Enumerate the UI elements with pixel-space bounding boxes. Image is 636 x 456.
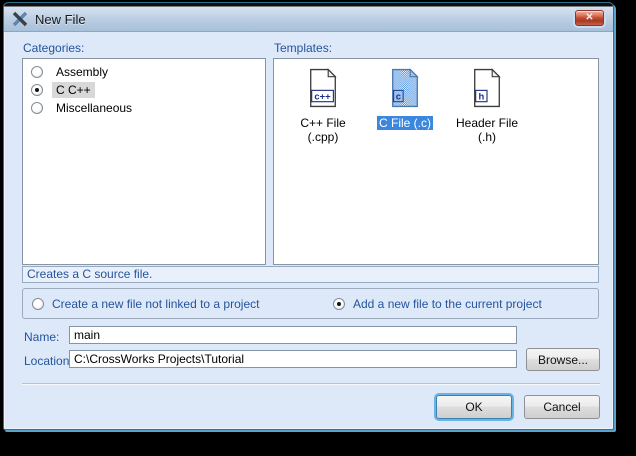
name-label: Name: [24,330,59,344]
radio-selected-icon[interactable] [333,298,345,310]
categories-label: Categories: [23,41,84,55]
location-input[interactable] [69,350,517,368]
templates-label: Templates: [274,41,332,55]
new-file-dialog: New File ✕ Categories: Templates: Assemb… [3,2,614,430]
svg-text:h: h [478,91,484,102]
template-item-cpp-file[interactable]: c++ C++ File (.cpp) [282,68,364,144]
template-label: Header File (.h) [446,116,528,144]
category-option-assembly[interactable]: Assembly [31,63,265,81]
category-label: C C++ [52,82,95,98]
window-title: New File [35,12,86,27]
browse-button[interactable]: Browse... [526,348,600,371]
status-bar: Creates a C source file. [22,266,599,283]
templates-listbox: c++ C++ File (.cpp) c [273,58,599,265]
radio-unselected-icon[interactable] [32,298,44,310]
name-input[interactable] [69,326,517,344]
svg-text:c++: c++ [314,91,331,102]
c-file-icon-selected: c [388,68,422,108]
crossworks-logo-icon [11,10,29,28]
template-label: C++ File (.cpp) [282,116,364,144]
template-item-header-file[interactable]: h Header File (.h) [446,68,528,144]
link-options-group: Create a new file not linked to a projec… [22,288,599,319]
category-option-c-cpp[interactable]: C C++ [31,81,265,99]
radio-selected-icon[interactable] [31,84,43,96]
template-label: C File (.c) [364,116,446,130]
location-label: Location: [24,354,73,368]
category-label: Assembly [52,64,112,80]
radio-unselected-icon[interactable] [31,102,43,114]
status-text: Creates a C source file. [27,267,152,281]
radio-option-not-linked[interactable]: Create a new file not linked to a projec… [32,297,259,311]
title-bar[interactable]: New File ✕ [4,3,613,32]
category-option-miscellaneous[interactable]: Miscellaneous [31,99,265,117]
categories-listbox: Assembly C C++ Miscellaneous [22,58,266,265]
svg-text:c: c [396,91,401,102]
radio-option-add-to-project[interactable]: Add a new file to the current project [333,297,542,311]
template-item-c-file[interactable]: c C File (.c) [364,68,446,130]
radio-unselected-icon[interactable] [31,66,43,78]
cpp-file-icon: c++ [306,68,340,108]
cancel-button[interactable]: Cancel [524,395,600,419]
close-icon: ✕ [585,12,593,23]
separator [22,383,600,385]
radio-option-label: Create a new file not linked to a projec… [52,297,259,311]
category-label: Miscellaneous [52,100,136,116]
close-button[interactable]: ✕ [575,10,604,26]
radio-option-label: Add a new file to the current project [353,297,542,311]
header-file-icon: h [470,68,504,108]
ok-button[interactable]: OK [436,395,512,419]
